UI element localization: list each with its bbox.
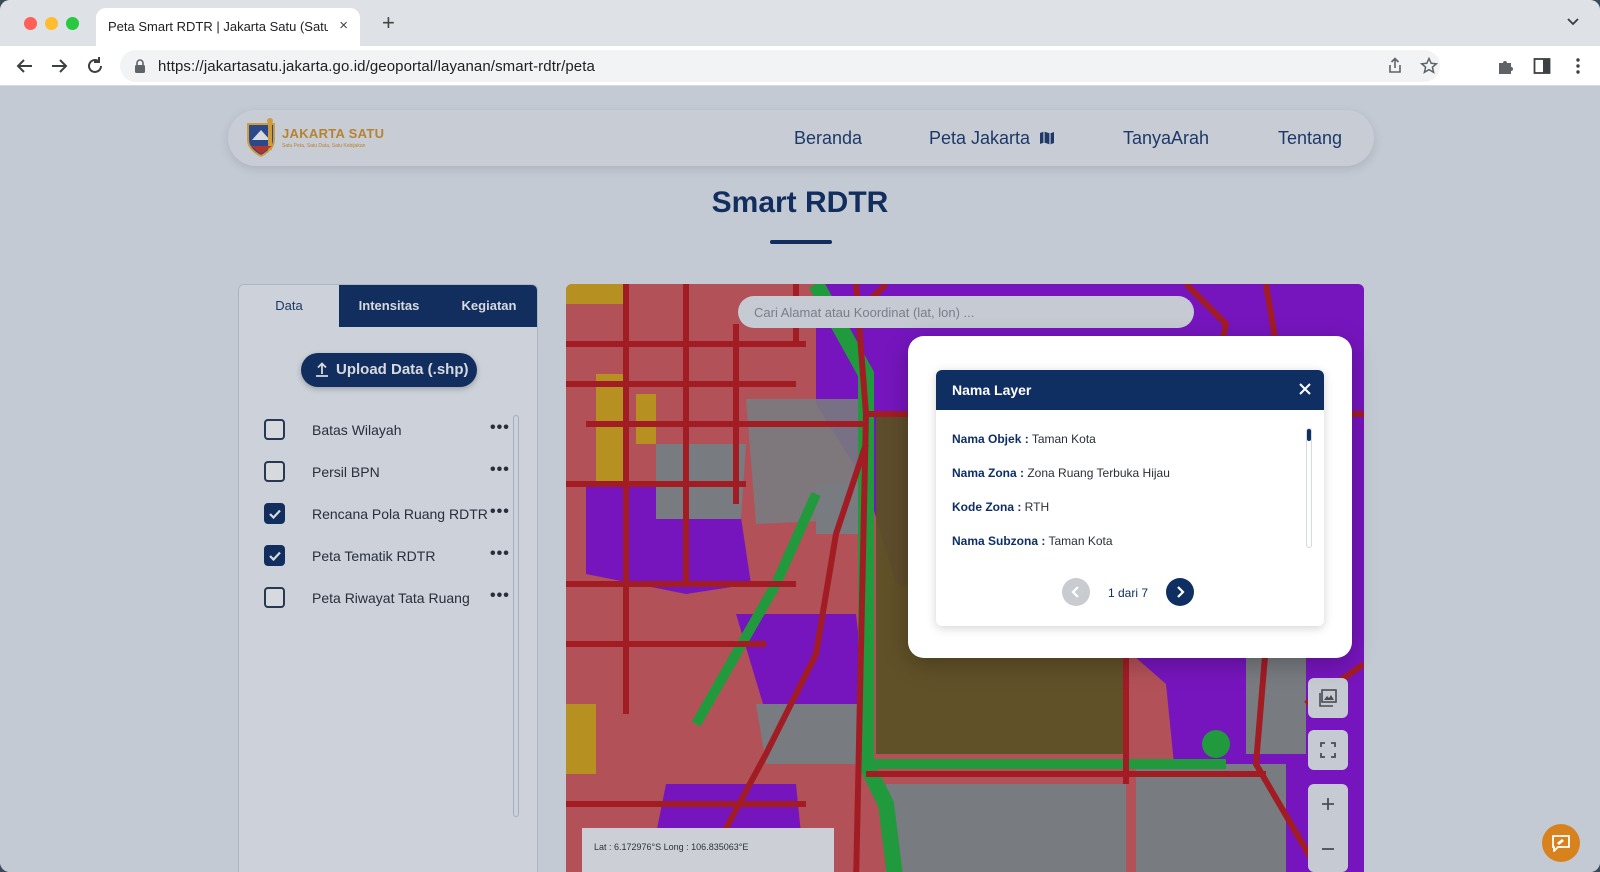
attribute-key: Nama Subzona : xyxy=(952,534,1046,548)
tab-close-icon[interactable]: × xyxy=(339,18,348,34)
attribute-value: Taman Kota xyxy=(1045,534,1113,548)
pagination-text: 1 dari 7 xyxy=(1107,586,1149,600)
browser-tab[interactable]: Peta Smart RDTR | Jakarta Satu (Satu × xyxy=(96,8,360,46)
popup-header: Nama Layer xyxy=(936,370,1324,410)
feature-popup-container: Nama Layer Nama Objek : Taman Kota Nama … xyxy=(908,336,1352,658)
popup-title: Nama Layer xyxy=(952,382,1032,398)
browser-toolbar: https://jakartasatu.jakarta.go.id/geopor… xyxy=(0,46,1600,86)
browser-menu-icon[interactable] xyxy=(1568,56,1588,76)
feature-popup: Nama Layer Nama Objek : Taman Kota Nama … xyxy=(936,370,1324,626)
extensions-icon[interactable] xyxy=(1496,56,1516,76)
popup-attribute: Kode Zona : RTH xyxy=(952,500,1049,514)
minimize-window-button[interactable] xyxy=(45,17,58,30)
close-icon[interactable] xyxy=(1298,382,1312,396)
popup-attribute: Nama Subzona : Taman Kota xyxy=(952,534,1113,548)
chevron-right-icon xyxy=(1177,586,1185,598)
tab-search-chevron-icon[interactable] xyxy=(1566,15,1580,29)
address-bar[interactable]: https://jakartasatu.jakarta.go.id/geopor… xyxy=(120,50,1440,82)
chat-button[interactable] xyxy=(1542,824,1580,862)
popup-attribute: Nama Objek : Taman Kota xyxy=(952,432,1096,446)
browser-window: Peta Smart RDTR | Jakarta Satu (Satu × +… xyxy=(0,0,1600,872)
maximize-window-button[interactable] xyxy=(66,17,79,30)
tab-strip: Peta Smart RDTR | Jakarta Satu (Satu × + xyxy=(0,0,1600,46)
bookmark-star-icon[interactable] xyxy=(1420,57,1438,75)
attribute-value: Zona Ruang Terbuka Hijau xyxy=(1024,466,1170,480)
lock-icon xyxy=(135,59,145,73)
attribute-key: Nama Zona : xyxy=(952,466,1025,480)
attribute-key: Nama Objek : xyxy=(952,432,1029,446)
url-text: https://jakartasatu.jakarta.go.id/geopor… xyxy=(158,58,595,75)
close-window-button[interactable] xyxy=(24,17,37,30)
chat-icon xyxy=(1552,835,1570,852)
modal-backdrop[interactable] xyxy=(0,86,1600,872)
attribute-value: Taman Kota xyxy=(1028,432,1096,446)
new-tab-button[interactable]: + xyxy=(382,12,395,34)
popup-scroll-thumb[interactable] xyxy=(1307,429,1311,441)
tab-title: Peta Smart RDTR | Jakarta Satu (Satu xyxy=(108,19,328,34)
reload-icon[interactable] xyxy=(84,55,106,77)
previous-page-button[interactable] xyxy=(1062,578,1090,606)
side-panel-icon[interactable] xyxy=(1532,56,1552,76)
popup-attribute: Nama Zona : Zona Ruang Terbuka Hijau xyxy=(952,466,1170,480)
attribute-value: RTH xyxy=(1021,500,1050,514)
popup-scrollbar[interactable] xyxy=(1306,428,1312,548)
share-icon[interactable] xyxy=(1386,57,1404,75)
attribute-key: Kode Zona : xyxy=(952,500,1022,514)
next-page-button[interactable] xyxy=(1166,578,1194,606)
forward-arrow-icon[interactable] xyxy=(48,55,70,77)
chevron-left-icon xyxy=(1071,586,1079,598)
back-arrow-icon[interactable] xyxy=(14,55,36,77)
